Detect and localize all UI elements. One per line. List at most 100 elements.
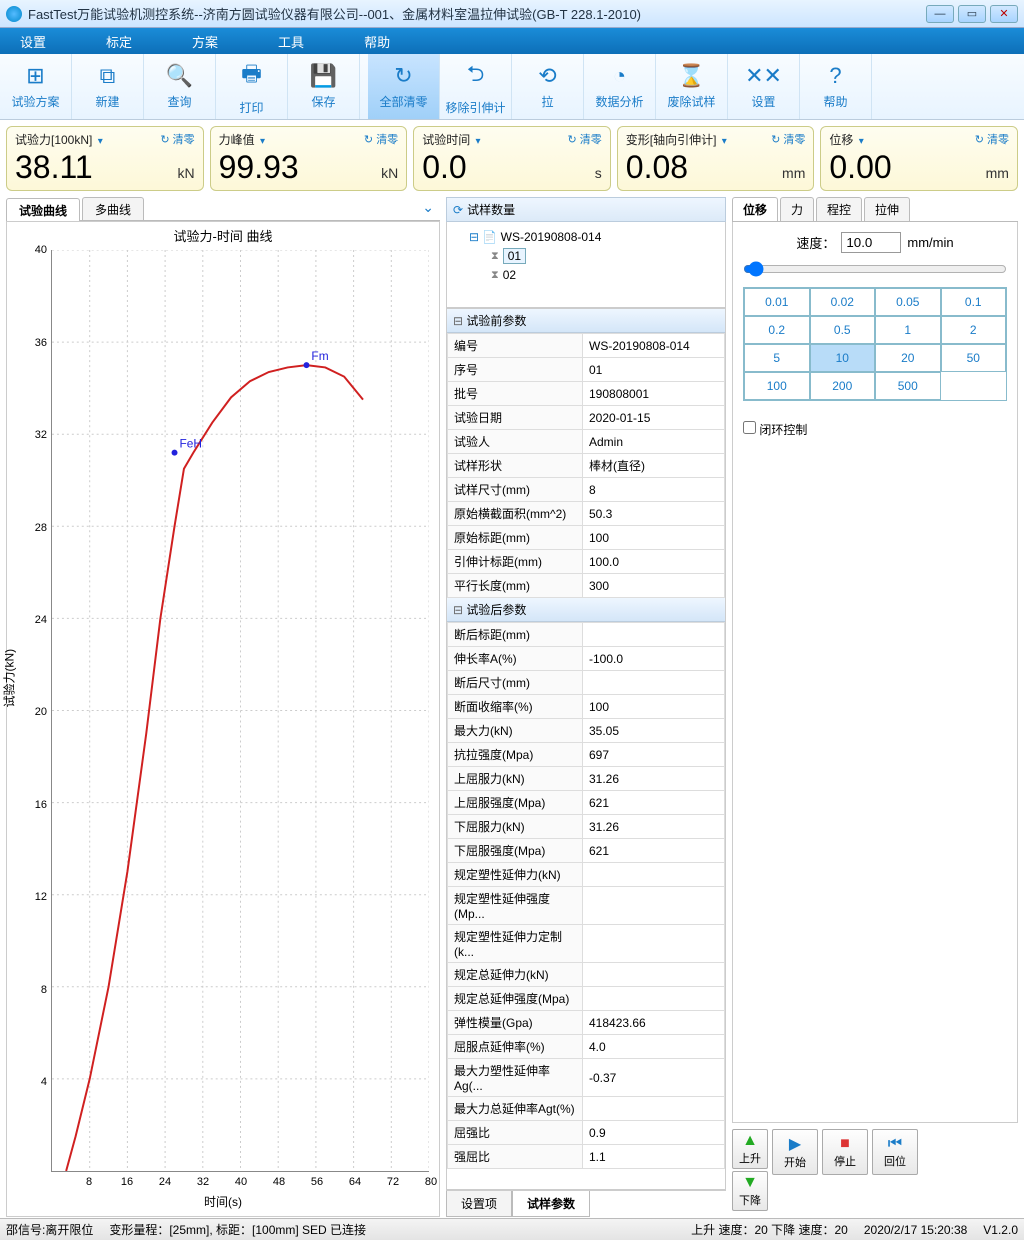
menu-方案[interactable]: 方案 bbox=[192, 32, 218, 51]
ytick: 16 bbox=[35, 799, 47, 811]
speed-20[interactable]: 20 bbox=[875, 344, 941, 372]
tab-multi-curve[interactable]: 多曲线 bbox=[82, 197, 144, 220]
param-row[interactable]: 平行长度(mm)300 bbox=[448, 574, 725, 598]
refresh-icon[interactable]: ⟳ bbox=[453, 203, 463, 217]
param-row[interactable]: 强屈比1.1 bbox=[448, 1145, 725, 1169]
speed-10[interactable]: 10 bbox=[810, 344, 876, 372]
param-row[interactable]: 试样形状棒材(直径) bbox=[448, 454, 725, 478]
param-row[interactable]: 最大力(kN)35.05 bbox=[448, 719, 725, 743]
down-button[interactable]: ▼下降 bbox=[732, 1171, 768, 1211]
param-row[interactable]: 序号01 bbox=[448, 358, 725, 382]
param-row[interactable]: 上屈服强度(Mpa)621 bbox=[448, 791, 725, 815]
toolbar-帮助[interactable]: ?帮助 bbox=[800, 54, 872, 119]
menu-帮助[interactable]: 帮助 bbox=[364, 32, 390, 51]
param-row[interactable]: 批号190808001 bbox=[448, 382, 725, 406]
param-row[interactable]: 最大力总延伸率Agt(%) bbox=[448, 1097, 725, 1121]
toolbar-全部清零[interactable]: ↻全部清零 bbox=[368, 54, 440, 119]
toolbar-查询[interactable]: 🔍查询 bbox=[144, 54, 216, 119]
closed-loop-checkbox[interactable]: 闭环控制 bbox=[743, 423, 807, 437]
param-row[interactable]: 断后标距(mm) bbox=[448, 623, 725, 647]
param-row[interactable]: 弹性模量(Gpa)418423.66 bbox=[448, 1011, 725, 1035]
speed-1[interactable]: 1 bbox=[875, 316, 941, 344]
param-row[interactable]: 规定总延伸力(kN) bbox=[448, 963, 725, 987]
rtab-拉伸[interactable]: 拉伸 bbox=[864, 197, 910, 221]
param-row[interactable]: 规定塑性延伸强度(Mp... bbox=[448, 887, 725, 925]
speed-0.5[interactable]: 0.5 bbox=[810, 316, 876, 344]
toolbar-试验方案[interactable]: ⊞试验方案 bbox=[0, 54, 72, 119]
xtick: 64 bbox=[349, 1176, 361, 1188]
speed-2[interactable]: 2 bbox=[941, 316, 1007, 344]
toolbar-拉[interactable]: ⟲拉 bbox=[512, 54, 584, 119]
speed-50[interactable]: 50 bbox=[941, 344, 1007, 372]
param-row[interactable]: 断面收缩率(%)100 bbox=[448, 695, 725, 719]
xtick: 16 bbox=[121, 1176, 133, 1188]
param-row[interactable]: 规定塑性延伸力定制(k... bbox=[448, 925, 725, 963]
param-row[interactable]: 原始横截面积(mm^2)50.3 bbox=[448, 502, 725, 526]
maximize-button[interactable]: ▭ bbox=[958, 5, 986, 23]
rtab-程控[interactable]: 程控 bbox=[816, 197, 862, 221]
menu-标定[interactable]: 标定 bbox=[106, 32, 132, 51]
speed-0.01[interactable]: 0.01 bbox=[744, 288, 810, 316]
speed-100[interactable]: 100 bbox=[744, 372, 810, 400]
param-row[interactable]: 抗拉强度(Mpa)697 bbox=[448, 743, 725, 767]
param-row[interactable]: 试样尺寸(mm)8 bbox=[448, 478, 725, 502]
speed-500[interactable]: 500 bbox=[875, 372, 941, 400]
menu-工具[interactable]: 工具 bbox=[278, 32, 304, 51]
toolbar-打印[interactable]: 🖶打印 bbox=[216, 54, 288, 119]
speed-0.1[interactable]: 0.1 bbox=[941, 288, 1007, 316]
tab-settings-item[interactable]: 设置项 bbox=[446, 1191, 512, 1217]
tab-sample-params[interactable]: 试样参数 bbox=[512, 1191, 590, 1217]
speed-0.02[interactable]: 0.02 bbox=[810, 288, 876, 316]
param-row[interactable]: 屈强比0.9 bbox=[448, 1121, 725, 1145]
param-row[interactable]: 屈服点延伸率(%)4.0 bbox=[448, 1035, 725, 1059]
speed-200[interactable]: 200 bbox=[810, 372, 876, 400]
param-row[interactable]: 最大力塑性延伸率Ag(...-0.37 bbox=[448, 1059, 725, 1097]
speed-slider[interactable] bbox=[743, 261, 1007, 277]
zero-button[interactable]: 清零 bbox=[364, 131, 398, 148]
toolbar-数据分析[interactable]: ◔数据分析 bbox=[584, 54, 656, 119]
zero-button[interactable]: 清零 bbox=[975, 131, 1009, 148]
speed-5[interactable]: 5 bbox=[744, 344, 810, 372]
stop-button[interactable]: ■停止 bbox=[822, 1129, 868, 1175]
param-row[interactable]: 下屈服力(kN)31.26 bbox=[448, 815, 725, 839]
zero-button[interactable]: 清零 bbox=[771, 131, 805, 148]
param-row[interactable]: 规定塑性延伸力(kN) bbox=[448, 863, 725, 887]
close-button[interactable]: ✕ bbox=[990, 5, 1018, 23]
rtab-力[interactable]: 力 bbox=[780, 197, 814, 221]
param-row[interactable]: 试验人Admin bbox=[448, 430, 725, 454]
toolbar-废除试样[interactable]: ⌛废除试样 bbox=[656, 54, 728, 119]
zero-button[interactable]: 清零 bbox=[568, 131, 602, 148]
toolbar-设置[interactable]: ✕✕设置 bbox=[728, 54, 800, 119]
param-row[interactable]: 规定总延伸强度(Mpa) bbox=[448, 987, 725, 1011]
param-row[interactable]: 引伸计标距(mm)100.0 bbox=[448, 550, 725, 574]
tree-leaf-01[interactable]: ⧗ 01 bbox=[453, 246, 719, 266]
post-params-header[interactable]: 试验后参数 bbox=[447, 598, 725, 622]
param-row[interactable]: 试验日期2020-01-15 bbox=[448, 406, 725, 430]
menu-设置[interactable]: 设置 bbox=[20, 32, 46, 51]
zero-button[interactable]: 清零 bbox=[160, 131, 194, 148]
param-row[interactable]: 上屈服力(kN)31.26 bbox=[448, 767, 725, 791]
return-button[interactable]: ⏮回位 bbox=[872, 1129, 918, 1175]
保存-icon: 💾 bbox=[310, 63, 337, 89]
param-row[interactable]: 编号WS-20190808-014 bbox=[448, 334, 725, 358]
speed-input[interactable] bbox=[841, 232, 901, 253]
rtab-位移[interactable]: 位移 bbox=[732, 197, 778, 221]
pre-params-header[interactable]: 试验前参数 bbox=[447, 309, 725, 333]
tab-test-curve[interactable]: 试验曲线 bbox=[6, 198, 80, 221]
tree-root[interactable]: ⊟ 📄 WS-20190808-014 bbox=[453, 228, 719, 246]
toolbar-移除引伸计[interactable]: ⮌移除引伸计 bbox=[440, 54, 512, 119]
hourglass-icon: ⧗ bbox=[491, 250, 499, 263]
param-row[interactable]: 下屈服强度(Mpa)621 bbox=[448, 839, 725, 863]
start-button[interactable]: ▶开始 bbox=[772, 1129, 818, 1175]
minimize-button[interactable]: — bbox=[926, 5, 954, 23]
speed-0.2[interactable]: 0.2 bbox=[744, 316, 810, 344]
toolbar-新建[interactable]: ⧉新建 bbox=[72, 54, 144, 119]
chevron-down-icon[interactable]: ⌄ bbox=[416, 197, 440, 220]
toolbar-保存[interactable]: 💾保存 bbox=[288, 54, 360, 119]
tree-leaf-02[interactable]: ⧗ 02 bbox=[453, 266, 719, 284]
up-button[interactable]: ▲上升 bbox=[732, 1129, 768, 1169]
param-row[interactable]: 断后尺寸(mm) bbox=[448, 671, 725, 695]
param-row[interactable]: 原始标距(mm)100 bbox=[448, 526, 725, 550]
speed-0.05[interactable]: 0.05 bbox=[875, 288, 941, 316]
param-row[interactable]: 伸长率A(%)-100.0 bbox=[448, 647, 725, 671]
